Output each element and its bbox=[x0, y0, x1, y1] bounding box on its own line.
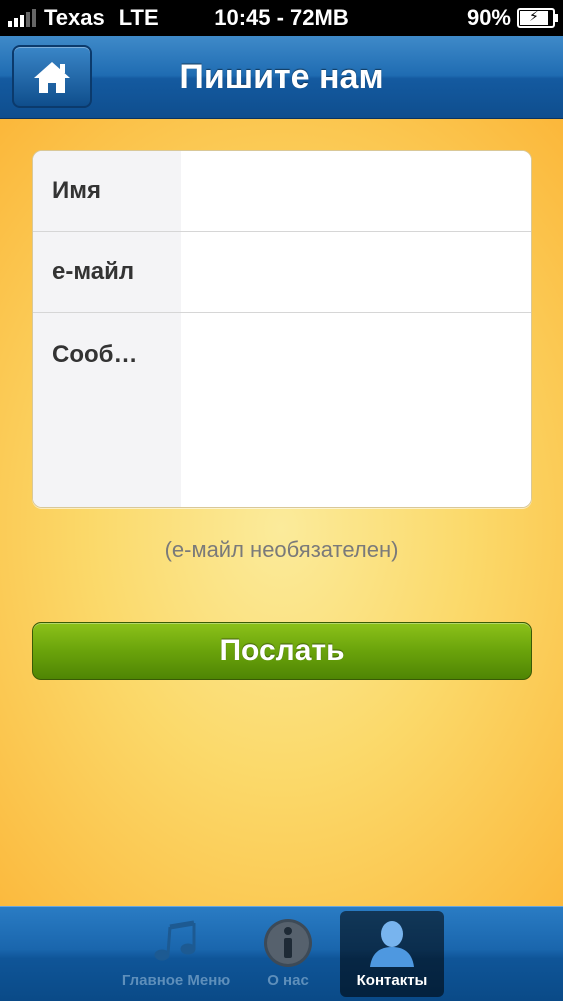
person-icon bbox=[370, 921, 414, 967]
email-optional-hint: (е-майл необязателен) bbox=[164, 537, 399, 562]
battery-percent: 90% bbox=[466, 5, 511, 30]
email-field[interactable] bbox=[181, 232, 531, 312]
message-field[interactable] bbox=[181, 313, 531, 507]
tab-main-menu-label: Главное Меню bbox=[121, 972, 231, 989]
status-right: 90% ⚡ bbox=[466, 5, 558, 31]
tab-bar: Главное Меню О нас Контакты bbox=[0, 906, 563, 1001]
tab-contacts-label: Контакты bbox=[356, 972, 428, 989]
home-icon bbox=[34, 61, 70, 93]
email-row: е-майл bbox=[33, 232, 531, 313]
navigation-bar: Пишите нам bbox=[0, 36, 563, 119]
message-row: Сооб… bbox=[33, 313, 531, 507]
content-area: Имя е-майл Сооб… (е-майл необязателен) П… bbox=[0, 119, 563, 906]
send-button[interactable]: Послать bbox=[32, 622, 532, 680]
status-bar: Texas LTE 10:45 - 72MB 90% ⚡ bbox=[0, 0, 563, 36]
tab-main-menu[interactable]: Главное Меню bbox=[110, 911, 242, 997]
name-field[interactable] bbox=[181, 151, 531, 231]
home-button[interactable] bbox=[12, 45, 92, 108]
tab-about-label: О нас bbox=[267, 972, 309, 989]
battery-icon: ⚡ bbox=[517, 8, 558, 28]
email-label: е-майл bbox=[33, 232, 181, 312]
tab-contacts[interactable]: Контакты bbox=[340, 911, 444, 997]
contact-form: Имя е-майл Сооб… bbox=[32, 150, 532, 508]
info-icon bbox=[264, 919, 312, 967]
music-notes-icon bbox=[154, 920, 196, 961]
name-row: Имя bbox=[33, 151, 531, 232]
tab-about[interactable]: О нас bbox=[248, 911, 328, 997]
message-label: Сооб… bbox=[33, 313, 181, 507]
name-label: Имя bbox=[33, 151, 181, 231]
